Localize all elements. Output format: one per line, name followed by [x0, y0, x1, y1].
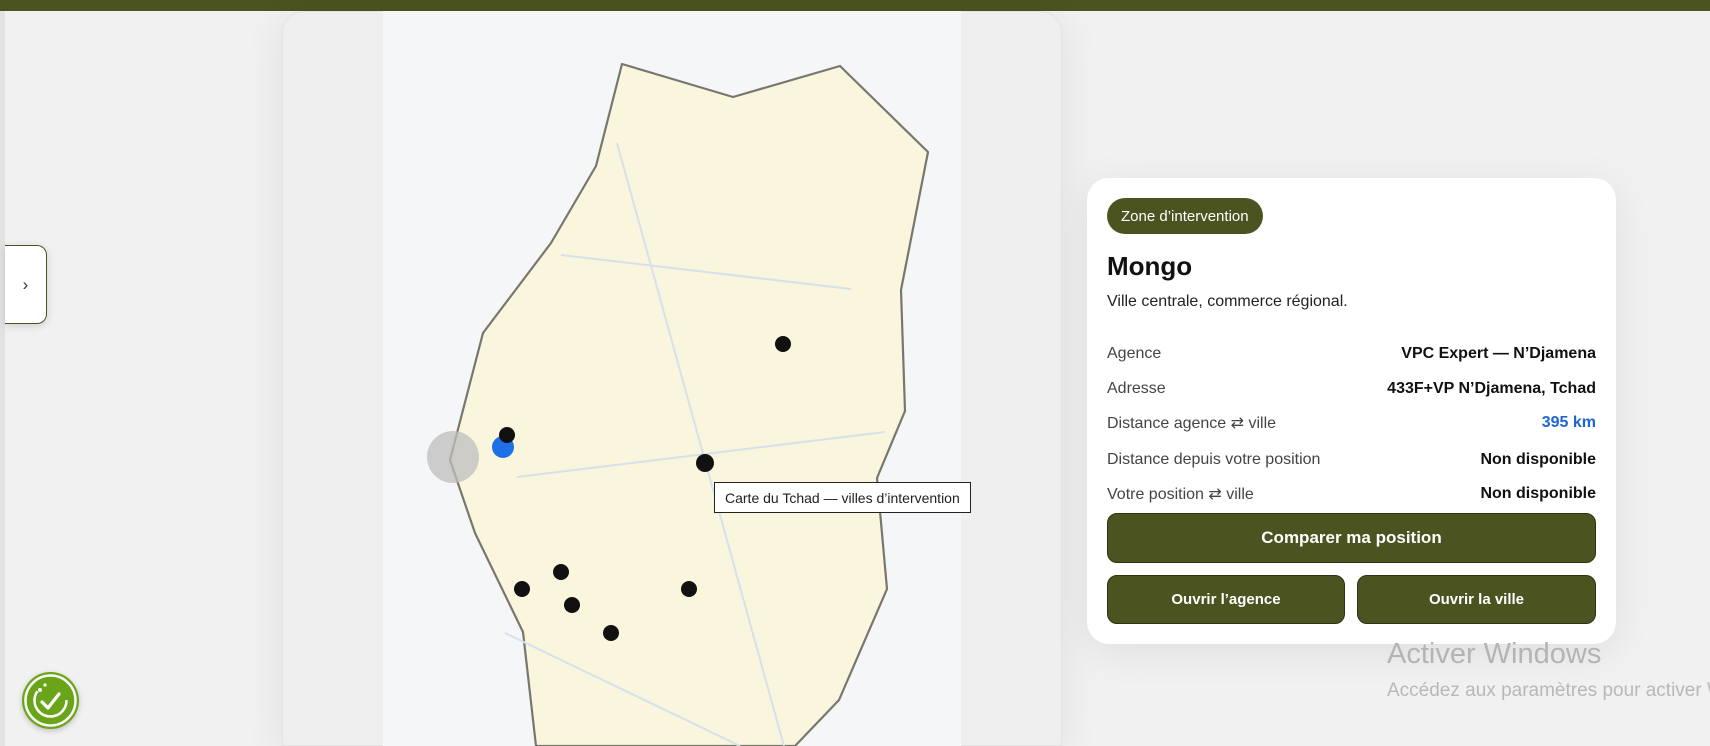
compare-position-button[interactable]: Comparer ma position	[1107, 513, 1596, 563]
city-marker[interactable]	[499, 427, 515, 443]
row-label: Distance agence ⇄ ville	[1107, 415, 1277, 432]
row-label: Agence	[1107, 345, 1162, 362]
sidebar-toggle-button[interactable]: ›	[5, 245, 47, 324]
row-value: Non disponible	[1480, 451, 1596, 468]
accessibility-check-icon	[24, 674, 77, 727]
accessibility-button[interactable]	[22, 672, 79, 729]
city-description: Ville centrale, commerce régional.	[1107, 293, 1348, 310]
row-label: Distance depuis votre position	[1107, 451, 1321, 468]
zone-badge: Zone d’intervention	[1107, 198, 1263, 234]
city-marker[interactable]	[514, 581, 530, 597]
row-label: Adresse	[1107, 380, 1166, 397]
city-title: Mongo	[1107, 251, 1193, 281]
info-row-user-city: Votre position ⇄ ville Non disponible	[1107, 483, 1596, 505]
row-value: 395 km	[1541, 414, 1596, 431]
row-value: VPC Expert — N’Djamena	[1401, 345, 1596, 362]
city-marker[interactable]	[696, 454, 714, 472]
chevron-right-icon: ›	[22, 274, 29, 294]
windows-activation-subtitle: Accédez aux paramètres pour activer Wind…	[1387, 680, 1710, 701]
row-value: Non disponible	[1480, 485, 1596, 502]
windows-activation-title: Activer Windows	[1387, 638, 1602, 670]
open-city-button[interactable]: Ouvrir la ville	[1357, 575, 1596, 624]
row-label: Votre position ⇄ ville	[1107, 486, 1254, 503]
map-tooltip: Carte du Tchad — villes d’intervention	[714, 482, 971, 513]
user-position-marker[interactable]	[427, 431, 479, 483]
city-marker[interactable]	[681, 581, 697, 597]
city-marker[interactable]	[553, 564, 569, 580]
open-agency-button[interactable]: Ouvrir l’agence	[1107, 575, 1345, 624]
city-marker[interactable]	[564, 597, 580, 613]
city-marker[interactable]	[775, 336, 791, 352]
info-row-address: Adresse 433F+VP N’Djamena, Tchad	[1107, 378, 1596, 400]
info-row-agency-distance: Distance agence ⇄ ville 395 km	[1107, 412, 1596, 434]
info-row-agency: Agence VPC Expert — N’Djamena	[1107, 343, 1596, 365]
city-marker[interactable]	[603, 625, 619, 641]
city-info-card: Zone d’intervention Mongo Ville centrale…	[1087, 178, 1616, 644]
row-value: 433F+VP N’Djamena, Tchad	[1387, 380, 1596, 397]
info-row-user-distance: Distance depuis votre position Non dispo…	[1107, 449, 1596, 471]
